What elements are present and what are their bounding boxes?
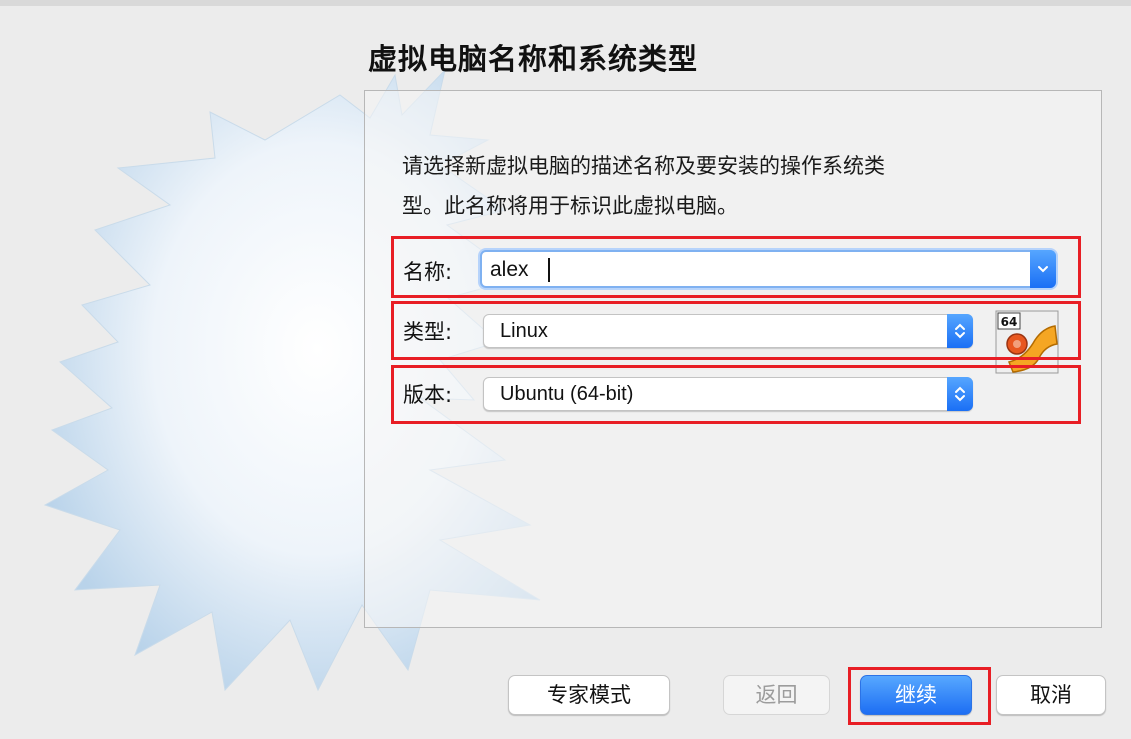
version-select-stepper[interactable] [947,377,973,411]
window-top-edge [0,0,1131,6]
continue-button[interactable]: 继续 [860,675,972,715]
dialog-title: 虚拟电脑名称和系统类型 [368,42,699,76]
version-select[interactable]: Ubuntu (64-bit) [483,377,973,411]
expert-mode-button[interactable]: 专家模式 [508,675,670,715]
name-label: 名称: [403,260,453,284]
dialog-description: 请选择新虚拟电脑的描述名称及要安装的操作系统类 型。此名称将用于标识此虚拟电脑。 [402,146,1042,226]
name-input-value: alex [490,258,529,281]
text-caret [548,258,550,282]
chevron-down-icon [1038,266,1048,273]
type-select-stepper[interactable] [947,314,973,348]
type-select-value: Linux [500,320,548,342]
up-down-chevron-icon [955,386,965,402]
name-dropdown-button[interactable] [1030,250,1056,288]
up-down-chevron-icon [955,323,965,339]
description-line-1: 请选择新虚拟电脑的描述名称及要安装的操作系统类 [402,154,885,178]
name-input[interactable]: alex [480,250,1056,288]
os-icon-badge: 64 [1001,315,1018,329]
cancel-button[interactable]: 取消 [996,675,1106,715]
type-label: 类型: [403,320,453,344]
type-select[interactable]: Linux [483,314,973,348]
description-line-2: 型。此名称将用于标识此虚拟电脑。 [402,194,738,218]
ubuntu-64bit-icon: 64 [995,310,1059,374]
version-label: 版本: [403,383,453,407]
version-select-value: Ubuntu (64-bit) [500,383,634,405]
back-button[interactable]: 返回 [723,675,830,715]
